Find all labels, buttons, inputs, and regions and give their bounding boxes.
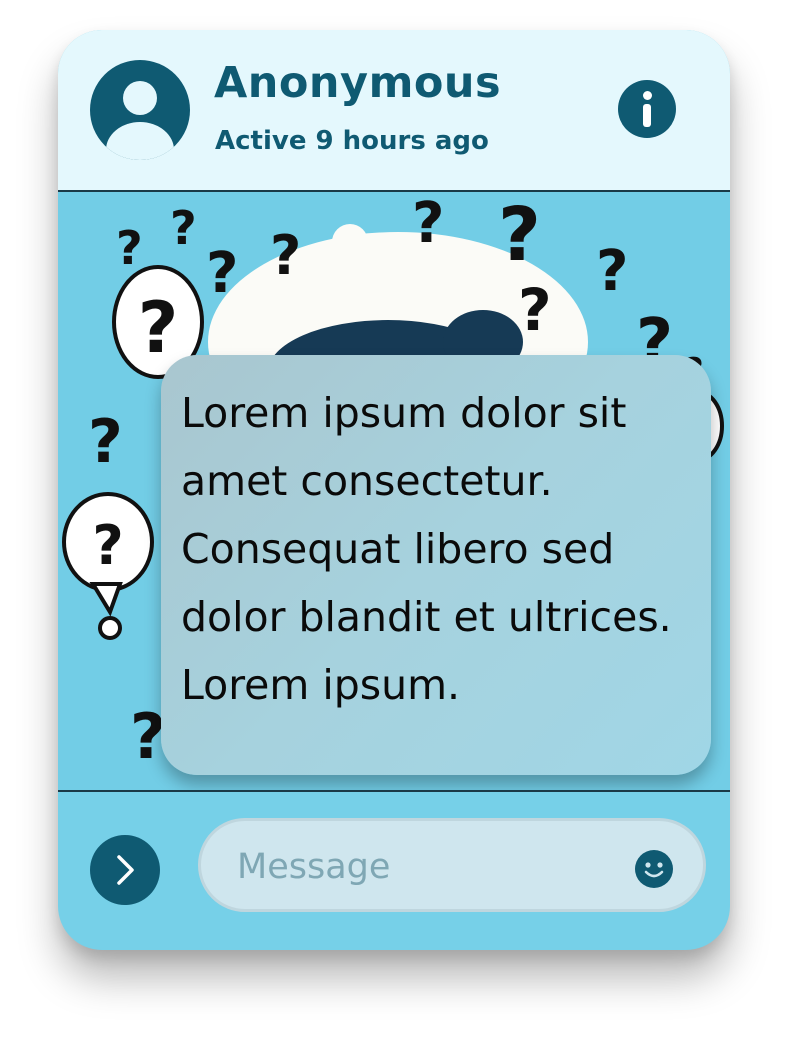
info-icon-dot	[643, 91, 652, 100]
message-text: Lorem ipsum dolor sit amet consectetur. …	[181, 389, 672, 709]
question-balloon-2: ?	[62, 492, 154, 640]
avatar-shoulders	[106, 122, 174, 160]
svg-text:?: ?	[88, 407, 123, 477]
svg-text:?: ?	[116, 221, 143, 275]
svg-text:?: ?	[596, 239, 628, 304]
message-field[interactable]	[198, 818, 706, 912]
info-icon-bar	[643, 104, 651, 127]
svg-text:?: ?	[206, 241, 238, 306]
message-bubble[interactable]: Lorem ipsum dolor sit amet consectetur. …	[161, 355, 711, 775]
chat-background-image: ? ? ? ? ? ? ? ? ? ? ? ? ? Lorem ipsum do…	[58, 192, 730, 792]
chevron-right-icon	[117, 855, 134, 885]
message-input[interactable]	[235, 841, 619, 893]
svg-text:?: ?	[270, 224, 301, 287]
smiley-icon[interactable]	[635, 850, 673, 888]
chat-header: Anonymous Active 9 hours ago	[58, 30, 730, 192]
chat-card: Anonymous Active 9 hours ago ? ? ? ? ? ?…	[58, 30, 730, 950]
svg-text:?: ?	[170, 201, 197, 255]
svg-text:?: ?	[498, 192, 541, 278]
svg-text:?: ?	[518, 276, 552, 344]
send-button[interactable]	[90, 835, 160, 905]
contact-name: Anonymous	[214, 58, 502, 108]
cloud-bump	[332, 224, 368, 260]
svg-text:?: ?	[138, 287, 179, 369]
svg-text:?: ?	[412, 192, 444, 256]
avatar-head	[123, 81, 157, 115]
contact-status: Active 9 hours ago	[215, 126, 489, 156]
info-icon[interactable]	[618, 80, 676, 138]
user-avatar-icon[interactable]	[90, 60, 190, 160]
svg-text:?: ?	[92, 514, 123, 577]
